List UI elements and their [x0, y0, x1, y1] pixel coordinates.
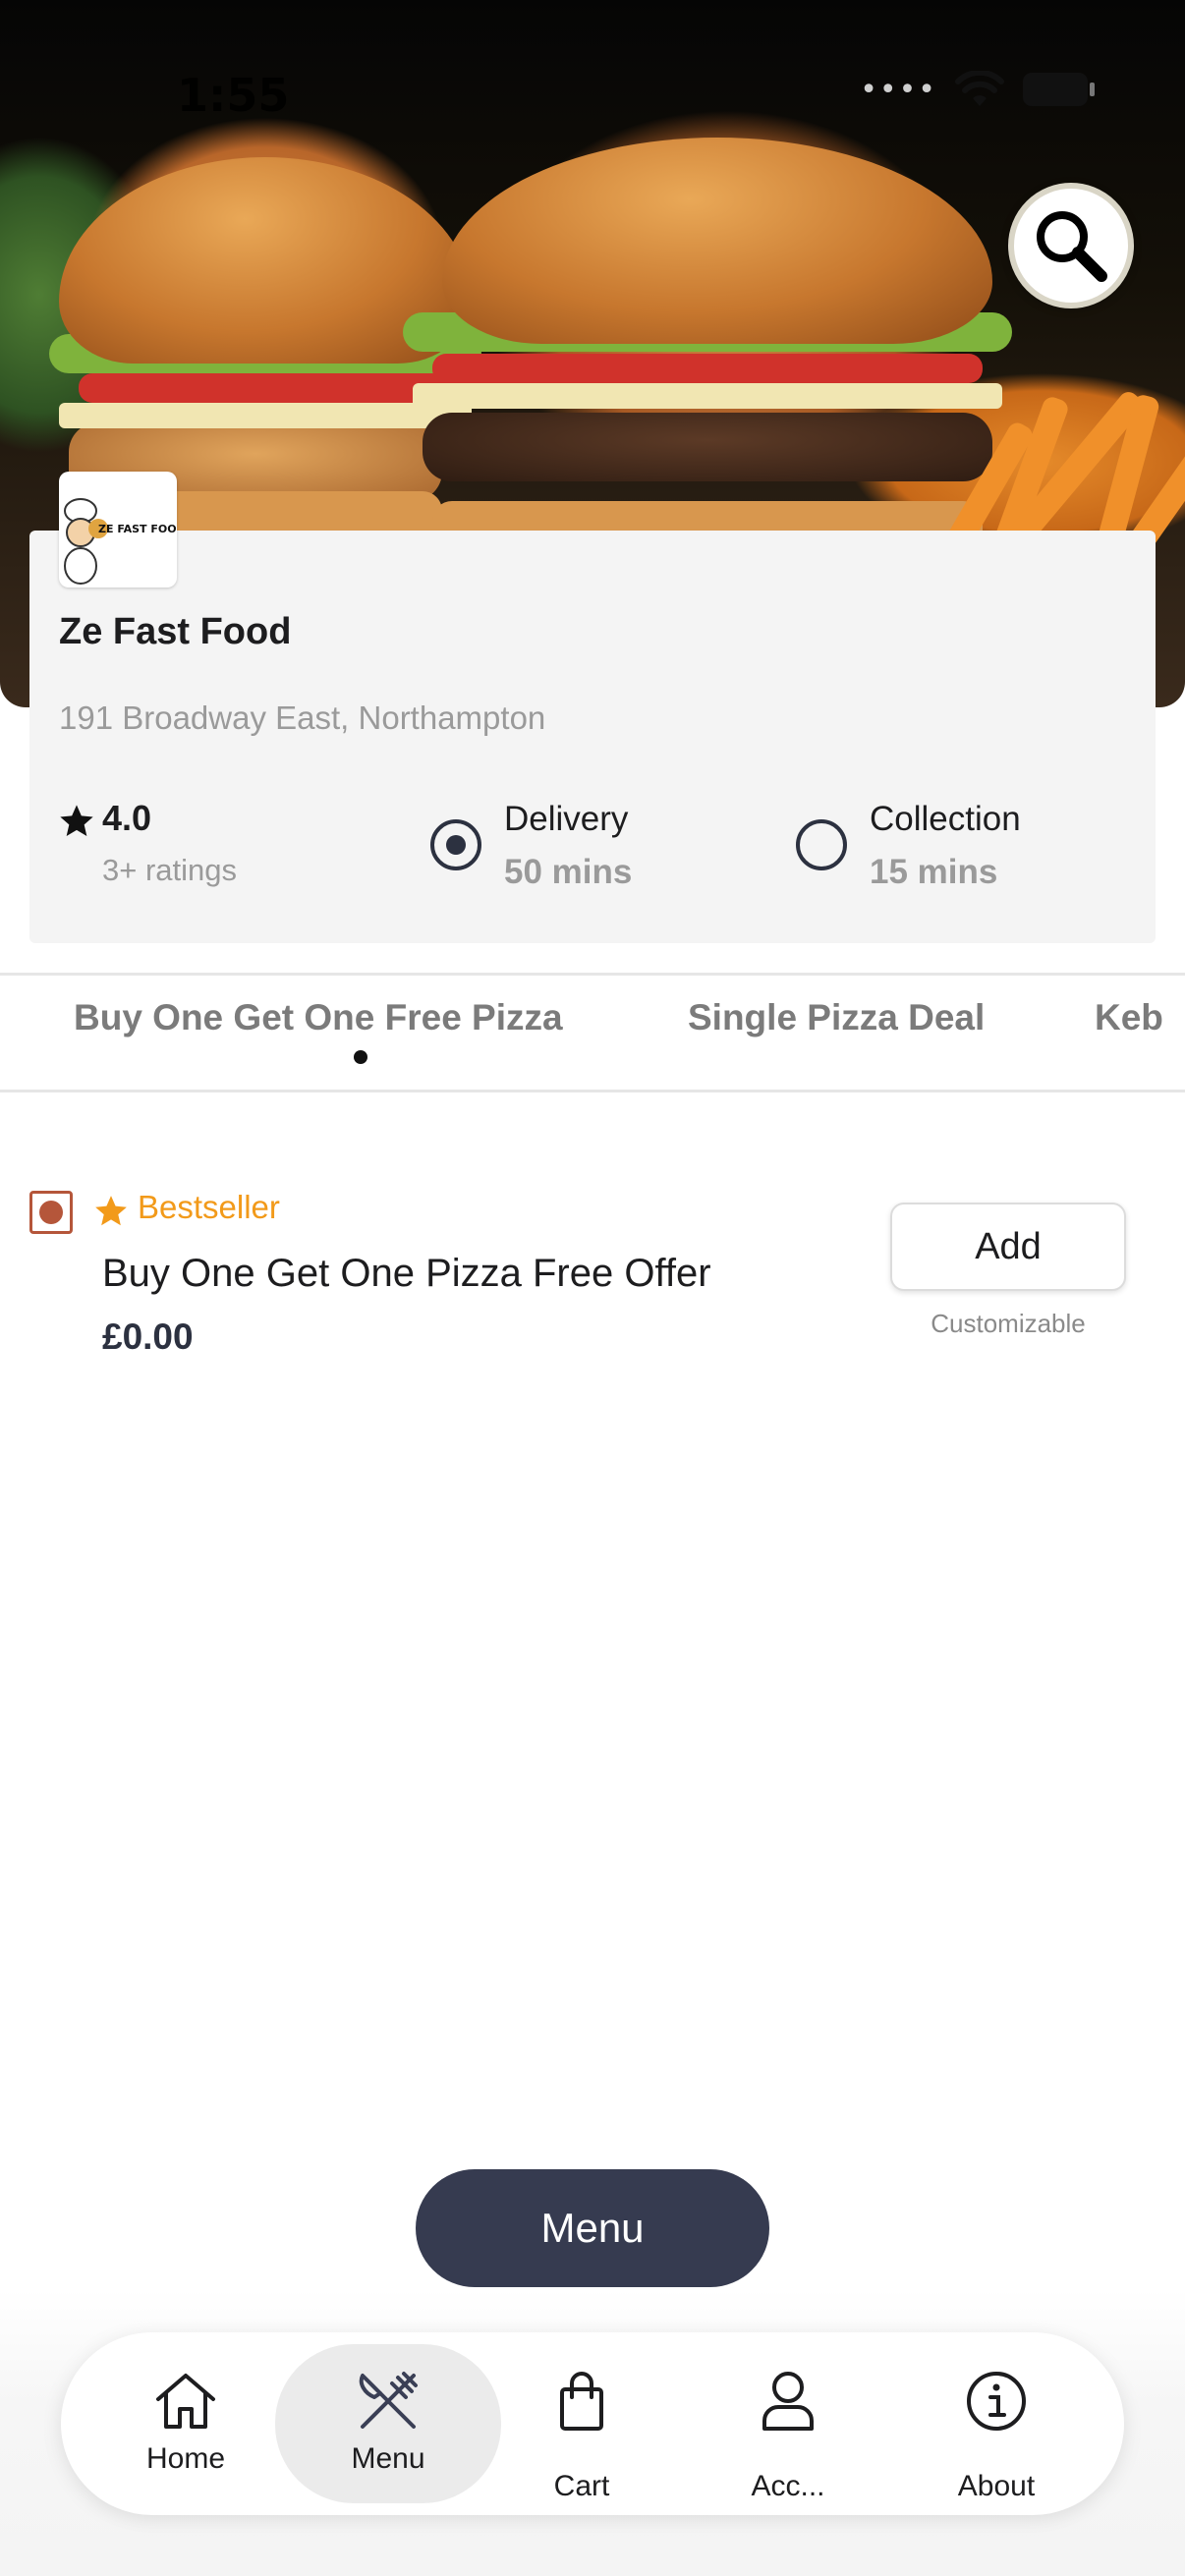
search-icon [1037, 211, 1107, 282]
product-name[interactable]: Buy One Get One Pizza Free Offer [102, 1252, 711, 1296]
tab-kebab[interactable]: Keb [1095, 997, 1163, 1038]
bestseller-star-icon [95, 1196, 127, 1226]
bottom-navigation: Home Menu Cart Acc... About [61, 2332, 1124, 2515]
nav-menu[interactable]: Menu [290, 2332, 486, 2515]
product-price: £0.00 [102, 1316, 194, 1357]
customizable-note: Customizable [931, 1309, 1086, 1338]
nav-home[interactable]: Home [87, 2332, 284, 2515]
status-bar-time: 1:55 [177, 69, 290, 122]
collection-label: Collection [870, 800, 1021, 838]
info-icon [967, 2372, 1026, 2431]
category-tabs: Buy One Get One Free Pizza Single Pizza … [0, 973, 1185, 1092]
nav-home-label: Home [145, 2442, 226, 2475]
rating-count: 3+ ratings [102, 853, 238, 887]
nav-menu-label: Menu [351, 2442, 425, 2475]
nav-about-label: About [957, 2470, 1036, 2502]
active-tab-indicator [354, 1050, 367, 1064]
status-bar-icons: •••• [860, 71, 1097, 108]
tab-buy-one-get-one-free-pizza[interactable]: Buy One Get One Free Pizza [74, 997, 563, 1038]
food-type-mark-icon [29, 1191, 73, 1234]
search-button[interactable] [1008, 183, 1134, 308]
rating-value: 4.0 [102, 798, 152, 838]
nav-cart[interactable]: Cart [483, 2332, 680, 2515]
battery-icon [1023, 73, 1095, 106]
shopping-bag-icon [560, 2372, 603, 2431]
home-icon [156, 2374, 215, 2429]
menu-button[interactable]: Menu [416, 2169, 769, 2287]
nav-account-label: Acc... [751, 2470, 825, 2502]
fork-knife-icon [359, 2372, 418, 2429]
delivery-label: Delivery [504, 800, 629, 838]
wifi-icon [955, 71, 1004, 106]
store-logo-text: ZE FAST FOOD [98, 523, 177, 535]
store-address: 191 Broadway East, Northampton [59, 700, 546, 736]
delivery-time: 50 mins [504, 853, 633, 891]
nav-account[interactable]: Acc... [690, 2332, 886, 2515]
store-logo: ZE FAST FOOD [59, 472, 177, 588]
collection-time: 15 mins [870, 853, 998, 891]
store-name: Ze Fast Food [59, 611, 292, 652]
bestseller-badge: Bestseller [138, 1189, 280, 1225]
add-button[interactable]: Add [890, 1203, 1126, 1291]
cellular-signal-icon: •••• [860, 72, 937, 107]
tab-single-pizza-deal[interactable]: Single Pizza Deal [688, 997, 985, 1038]
nav-cart-label: Cart [553, 2470, 610, 2502]
star-icon [60, 805, 93, 836]
collection-radio[interactable] [796, 819, 847, 870]
delivery-radio[interactable] [430, 819, 481, 870]
user-icon [762, 2372, 814, 2431]
nav-about[interactable]: About [898, 2332, 1095, 2515]
